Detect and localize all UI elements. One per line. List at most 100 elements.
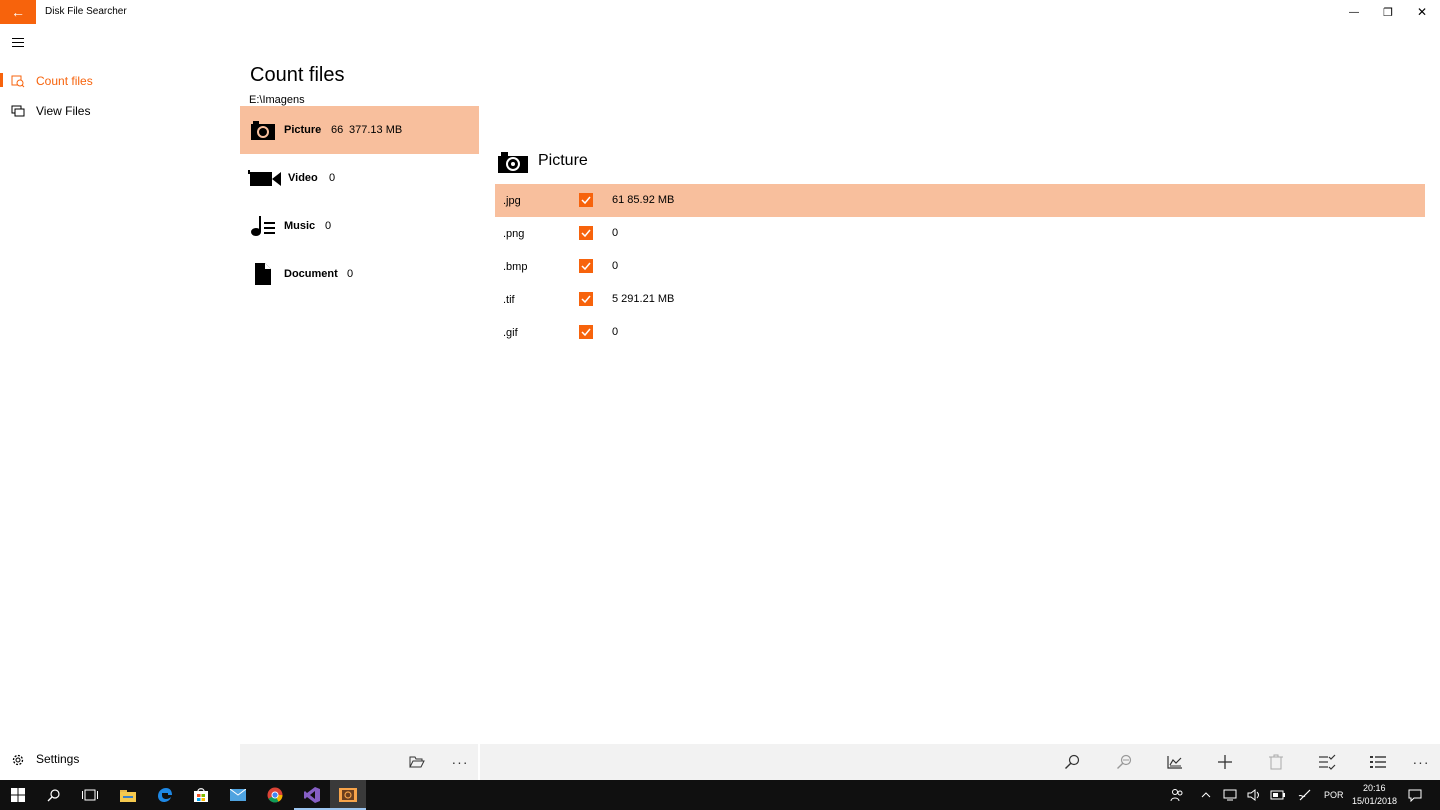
more-button[interactable]: ··· [1411,752,1431,772]
title-bar: ← Disk File Searcher — ❐ ✕ [0,0,1440,24]
chrome-icon [267,787,283,803]
back-button[interactable]: ← [0,0,36,24]
search-icon [1065,754,1080,769]
more-icon: ··· [451,754,469,770]
music-icon [251,216,275,236]
select-all-button[interactable] [1317,752,1337,772]
mail-icon [230,789,246,801]
video-camera-icon [248,170,281,186]
hamburger-menu-button[interactable] [8,32,28,52]
visual-studio-icon [304,787,320,803]
extension-checkbox[interactable] [579,292,593,306]
extension-row-tif[interactable]: .tif 5 291.21 MB [495,283,1425,316]
battery-button[interactable] [1268,785,1288,805]
file-explorer-button[interactable] [118,785,138,805]
close-button[interactable]: ✕ [1405,0,1439,24]
extension-row-png[interactable]: .png 0 [495,217,1425,250]
category-name: Picture [284,124,322,136]
category-document[interactable]: Document 0 [240,250,479,298]
search-filter-button[interactable] [1114,752,1134,772]
extension-stats: 61 85.92 MB [612,194,675,206]
show-hidden-icons-button[interactable] [1196,785,1216,805]
store-icon [194,788,208,802]
checkmark-icon [581,262,591,271]
search-button[interactable] [1062,752,1082,772]
more-icon: ··· [1412,754,1430,770]
category-picture[interactable]: Picture 66 377.13 MB [240,106,479,154]
add-button[interactable] [1215,752,1235,772]
more-button[interactable]: ··· [450,752,470,772]
edge-browser-button[interactable] [155,785,175,805]
checkmark-icon [581,229,591,238]
category-name: Music [284,220,316,232]
extension-checkbox[interactable] [579,193,593,207]
checkmark-icon [581,196,591,205]
clock-date[interactable]: 15/01/2018 [1352,796,1397,806]
restore-icon: ❐ [1383,6,1393,19]
minimize-icon: — [1349,6,1359,18]
extension-row-jpg[interactable]: .jpg 61 85.92 MB [495,184,1425,217]
notification-icon [1408,789,1422,802]
nav-item-count-files[interactable]: Count files [0,66,230,96]
volume-button[interactable] [1244,785,1264,805]
command-bar-right: ··· [480,744,1440,780]
extension-row-bmp[interactable]: .bmp 0 [495,250,1425,283]
view-files-icon [11,105,25,117]
clock-time[interactable]: 20:16 [1363,783,1386,793]
checklist-icon [1319,754,1336,770]
nav-item-label: View Files [36,104,91,118]
minimize-button[interactable]: — [1337,0,1371,24]
mail-button[interactable] [228,785,248,805]
chrome-button[interactable] [265,785,285,805]
chart-button[interactable] [1165,752,1185,772]
pen-icon [1298,789,1311,801]
extension-stats: 0 [612,227,619,239]
taskbar: POR 20:16 15/01/2018 [0,780,1440,810]
task-view-button[interactable] [80,785,100,805]
maximize-button[interactable]: ❐ [1371,0,1405,24]
search-icon [47,789,60,802]
camera-icon [498,152,528,173]
category-music[interactable]: Music 0 [240,202,479,250]
extension-name: .tif [503,294,515,306]
app-title: Disk File Searcher [45,6,127,17]
extension-row-gif[interactable]: .gif 0 [495,316,1425,349]
checkmark-icon [581,295,591,304]
open-folder-button[interactable] [407,752,427,772]
add-icon [1218,755,1232,769]
network-button[interactable] [1220,785,1240,805]
back-arrow-icon: ← [11,4,25,20]
nav-item-settings[interactable]: Settings [0,744,240,774]
checkmark-icon [581,328,591,337]
command-bar-left: ··· [240,744,478,780]
start-button[interactable] [8,785,28,805]
list-icon [1370,756,1386,768]
delete-button[interactable] [1266,752,1286,772]
pen-workspace-button[interactable] [1295,785,1315,805]
windows-logo-icon [11,788,25,802]
extension-checkbox[interactable] [579,325,593,339]
visual-studio-button[interactable] [294,785,330,810]
document-icon [255,263,271,285]
input-language[interactable]: POR [1324,790,1344,800]
category-name: Document [284,268,338,280]
file-explorer-icon [120,789,136,802]
people-icon [1170,789,1183,802]
taskbar-search-button[interactable] [44,785,64,805]
page-title: Count files [250,64,345,86]
action-center-button[interactable] [1405,785,1425,805]
chart-icon [1167,756,1182,769]
extension-checkbox[interactable] [579,259,593,273]
list-view-button[interactable] [1368,752,1388,772]
category-name: Video [288,172,318,184]
store-button[interactable] [191,785,211,805]
extension-checkbox[interactable] [579,226,593,240]
nav-item-view-files[interactable]: View Files [0,96,230,126]
extension-stats: 0 [612,326,619,338]
gear-icon [12,754,24,766]
people-button[interactable] [1167,785,1187,805]
settings-label: Settings [36,752,80,766]
count-files-icon [11,75,25,88]
disk-file-searcher-taskbar-button[interactable] [338,785,358,805]
category-video[interactable]: Video 0 [240,154,479,202]
